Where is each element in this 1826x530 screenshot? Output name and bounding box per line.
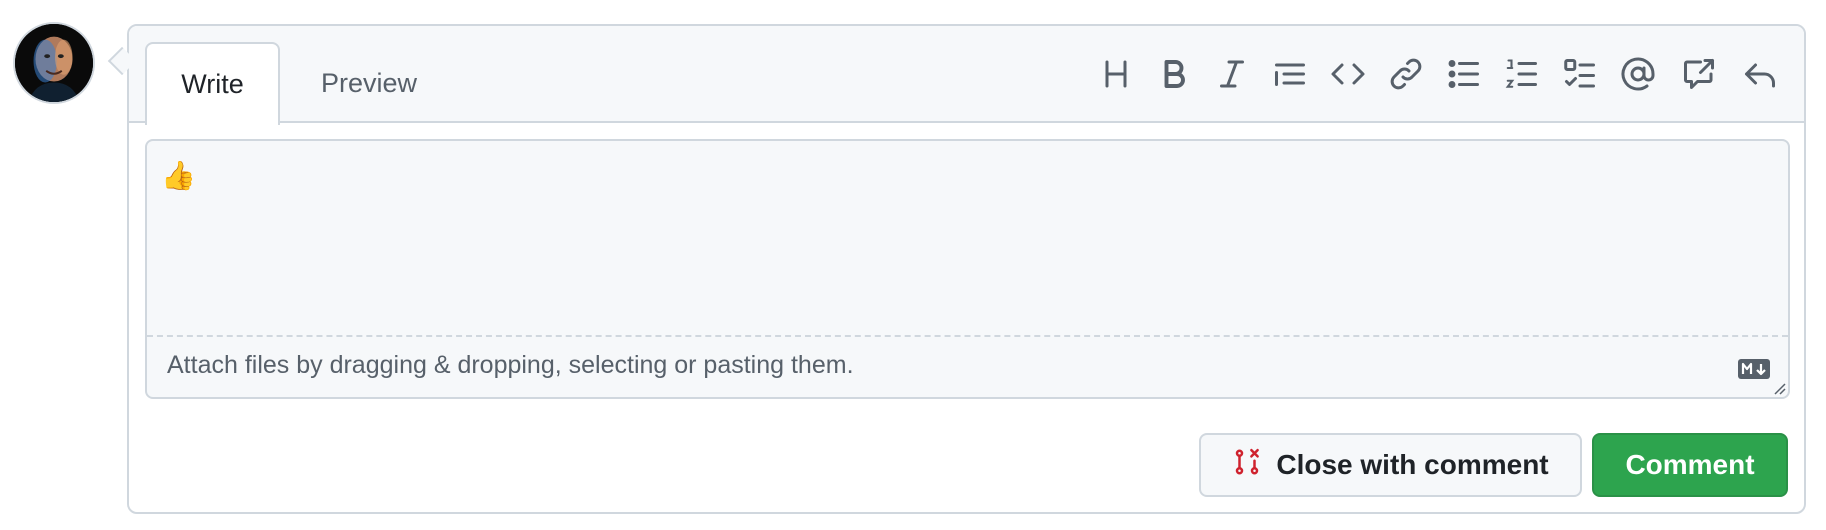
tab-preview[interactable]: Preview <box>294 42 444 125</box>
comment-editor: 👍 Attach files by dragging & dropping, s… <box>145 139 1790 399</box>
comment-textarea[interactable]: 👍 <box>147 141 1788 337</box>
close-with-comment-label: Close with comment <box>1276 449 1549 480</box>
quote-icon[interactable] <box>1272 56 1308 92</box>
issue-closed-icon <box>1232 447 1262 484</box>
heading-icon[interactable] <box>1098 56 1134 92</box>
comment-button[interactable]: Comment <box>1592 433 1788 497</box>
markdown-toolbar <box>1076 56 1778 92</box>
avatar-image <box>15 24 93 102</box>
bulleted-list-icon[interactable] <box>1446 56 1482 92</box>
comment-box: Write Preview 👍 Attach files by dragging… <box>127 24 1806 514</box>
resize-handle-icon[interactable] <box>1770 379 1786 395</box>
italic-icon[interactable] <box>1214 56 1250 92</box>
code-icon[interactable] <box>1330 56 1366 92</box>
mention-icon[interactable] <box>1620 56 1656 92</box>
editor-header: Write Preview <box>129 26 1804 125</box>
markdown-icon[interactable] <box>1738 359 1770 379</box>
close-with-comment-button[interactable]: Close with comment <box>1199 433 1582 497</box>
task-list-icon[interactable] <box>1562 56 1598 92</box>
comment-actions: Close with comment Comment <box>1199 433 1788 497</box>
avatar[interactable] <box>13 22 95 104</box>
bold-icon[interactable] <box>1156 56 1192 92</box>
cross-reference-icon[interactable] <box>1678 56 1720 92</box>
reply-icon[interactable] <box>1742 56 1778 92</box>
numbered-list-icon[interactable] <box>1504 56 1540 92</box>
link-icon[interactable] <box>1388 56 1424 92</box>
attach-files-hint[interactable]: Attach files by dragging & dropping, sel… <box>167 351 854 380</box>
tab-write[interactable]: Write <box>145 42 280 125</box>
